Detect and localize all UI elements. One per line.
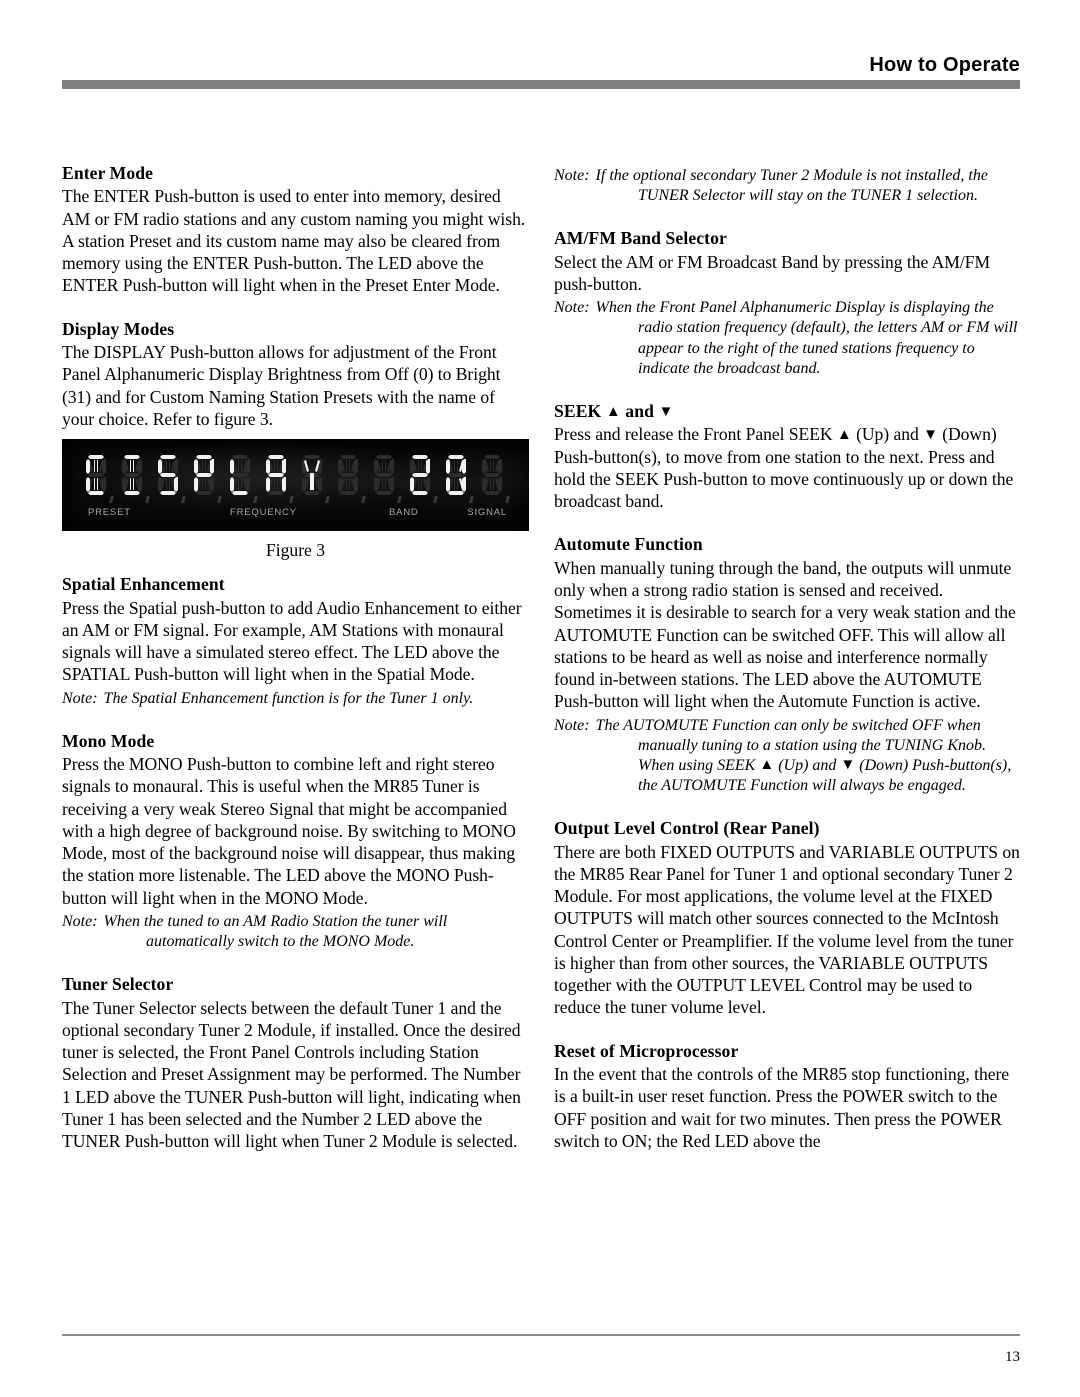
note-text: When the Front Panel Alphanumeric Displa…	[595, 299, 1018, 377]
paragraph-tuner-selector: The Tuner Selector selects between the d…	[62, 997, 521, 1152]
segment-comma	[433, 496, 438, 504]
note-text: The Spatial Enhancement function is for …	[103, 689, 474, 707]
page-title: How to Operate	[869, 54, 1020, 76]
note-label: Note:	[554, 716, 590, 734]
note-label: Note:	[554, 299, 590, 317]
heading-mono-mode: Mono Mode	[62, 730, 155, 751]
segment-comma	[253, 496, 258, 504]
heading-reset-of-microprocessor: Reset of Microprocessor	[554, 1040, 739, 1061]
heading-display-modes: Display Modes	[62, 318, 175, 339]
heading-seek: SEEK ▲ and ▼	[554, 401, 1021, 422]
segment-cell-blank-3	[479, 453, 510, 504]
note-tuner-selector: Note: If the optional secondary Tuner 2 M…	[554, 166, 1021, 206]
seek-down-icon: ▼	[840, 756, 856, 773]
heading-seek-prefix: SEEK	[554, 400, 602, 421]
label-preset: PRESET	[88, 507, 131, 519]
page-header: How to Operate	[62, 54, 1020, 89]
paragraph-automute-function: When manually tuning through the band, t…	[554, 557, 1016, 712]
note-part2: (Up) and	[778, 756, 837, 774]
seek-up-icon: ▲	[605, 403, 621, 420]
note-text: When the tuned to an AM Radio Station th…	[103, 912, 448, 951]
label-frequency: FREQUENCY	[230, 507, 297, 519]
segment-comma	[289, 496, 294, 504]
segment-row	[83, 453, 510, 504]
heading-tuner-selector: Tuner Selector	[62, 974, 174, 995]
seek-up-icon: ▲	[759, 756, 775, 773]
figure-3: PRESET FREQUENCY BAND SIGNAL Figure 3	[62, 439, 529, 561]
segment-cell-y	[299, 453, 330, 504]
seek-body-part1: Press and release the Front Panel SEEK	[554, 424, 833, 445]
heading-am-fm-band-selector: AM/FM Band Selector	[554, 228, 727, 249]
footer-rule	[62, 1334, 1020, 1336]
seek-down-icon: ▼	[923, 427, 938, 444]
paragraph-output-level-control: There are both FIXED OUTPUTS and VARIABL…	[554, 841, 1020, 1018]
right-column: Note: If the optional secondary Tuner 2 M…	[554, 163, 1021, 1152]
page-number: 13	[1005, 1349, 1020, 1365]
note-spatial-enhancement: Note: The Spatial Enhancement function is…	[62, 689, 529, 709]
note-text: If the optional secondary Tuner 2 Module…	[595, 167, 988, 205]
note-am-fm-band-selector: Note: When the Front Panel Alphanumeric D…	[554, 298, 1021, 379]
note-label: Note:	[62, 912, 98, 930]
segment-comma	[361, 496, 366, 504]
note-mono-mode: Note: When the tuned to an AM Radio Stati…	[62, 912, 529, 952]
segment-cell-p	[191, 453, 222, 504]
paragraph-spatial-enhancement: Press the Spatial push-button to add Aud…	[62, 597, 522, 685]
segment-cell-i	[119, 453, 150, 504]
paragraph-enter-mode: The ENTER Push-button is used to enter i…	[62, 186, 526, 296]
label-signal: SIGNAL	[467, 507, 507, 519]
display-labels: PRESET FREQUENCY BAND SIGNAL	[62, 507, 529, 519]
segment-cell-blank-2	[371, 453, 402, 504]
seek-body-part2: (Up) and	[856, 424, 919, 445]
heading-spatial-enhancement: Spatial Enhancement	[62, 574, 225, 595]
segment-comma	[145, 496, 150, 504]
note-label: Note:	[62, 689, 98, 707]
heading-automute-function: Automute Function	[554, 534, 703, 555]
document-page: How to Operate Enter Mode The ENTER Push…	[0, 0, 1080, 1397]
segment-cell-0	[443, 453, 474, 504]
segment-comma	[181, 496, 186, 504]
segment-comma	[325, 496, 330, 504]
figure-caption: Figure 3	[265, 540, 326, 561]
note-label: Note:	[554, 167, 590, 184]
segment-cell-d	[83, 453, 114, 504]
segment-cell-a	[263, 453, 294, 504]
segment-cell-s	[155, 453, 186, 504]
paragraph-seek: Press and release the Front Panel SEEK ▲…	[554, 423, 1021, 512]
front-panel-display: PRESET FREQUENCY BAND SIGNAL	[62, 439, 529, 532]
paragraph-reset-of-microprocessor: In the event that the controls of the MR…	[554, 1064, 1010, 1151]
seek-up-icon: ▲	[836, 427, 852, 444]
segment-comma	[217, 496, 222, 504]
paragraph-am-fm-band-selector: Select the AM or FM Broadcast Band by pr…	[554, 251, 991, 295]
header-rule	[62, 80, 1020, 89]
segment-comma	[397, 496, 402, 504]
segment-cell-2	[407, 453, 438, 504]
note-automute-function: Note: The AUTOMUTE Function can only be s…	[554, 716, 1021, 797]
segment-cell-blank-1	[335, 453, 366, 504]
paragraph-mono-mode: Press the MONO Push-button to combine le…	[62, 754, 516, 908]
heading-enter-mode: Enter Mode	[62, 163, 154, 183]
segment-comma	[109, 496, 114, 504]
left-column: Enter Mode The ENTER Push-button is used…	[62, 163, 529, 1152]
segment-cell-l	[227, 453, 258, 504]
paragraph-display-modes: The DISPLAY Push-button allows for adjus…	[62, 342, 501, 429]
seek-down-icon: ▼	[658, 403, 674, 420]
heading-output-level-control: Output Level Control (Rear Panel)	[554, 818, 820, 839]
label-band: BAND	[389, 507, 419, 519]
page-footer: 13	[62, 1334, 1020, 1366]
segment-comma	[469, 496, 474, 504]
heading-seek-conj: and	[625, 400, 654, 421]
segment-comma	[505, 496, 510, 504]
